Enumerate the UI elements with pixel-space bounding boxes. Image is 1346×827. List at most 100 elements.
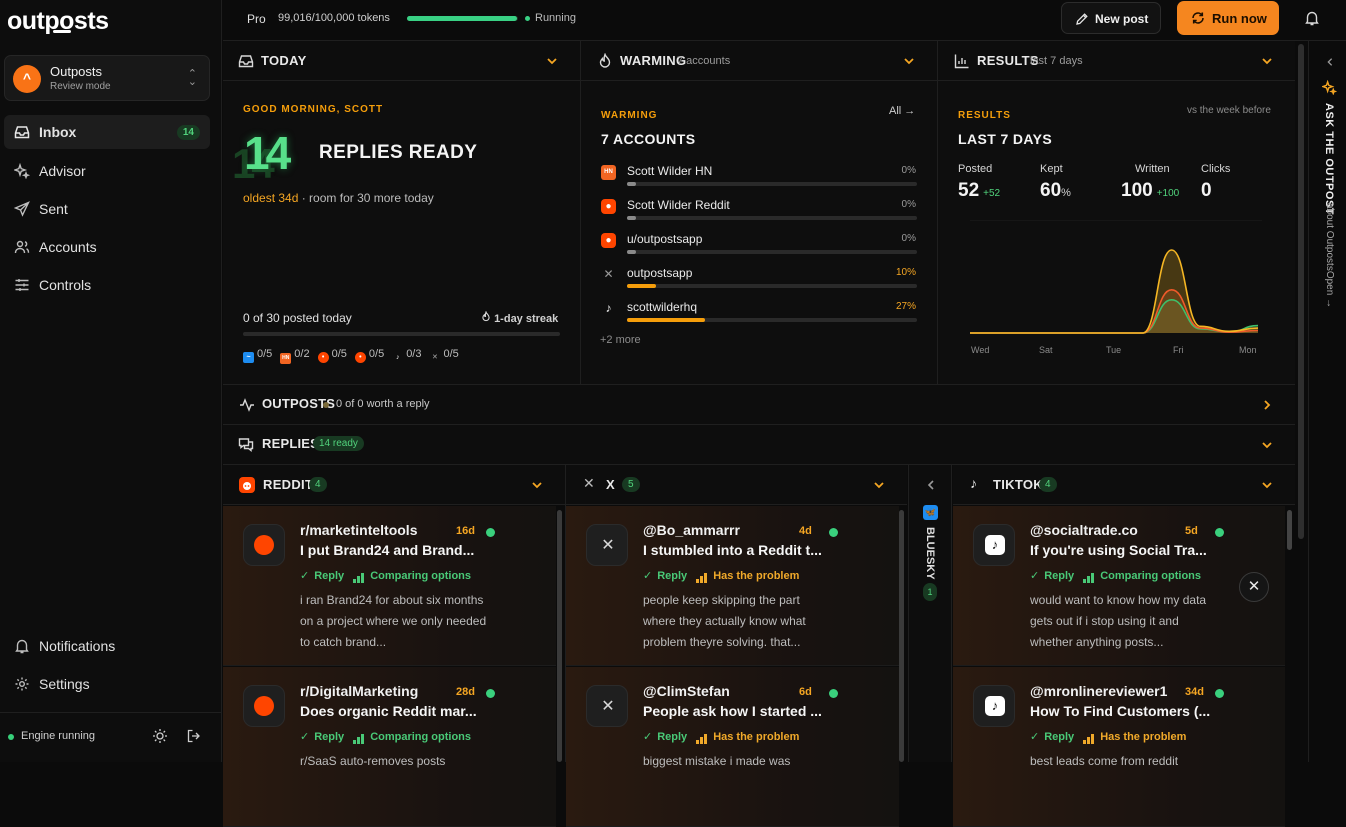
column-count: 5 [622,477,640,492]
status-dot [1215,528,1224,537]
logout-icon[interactable] [187,729,201,743]
results-header[interactable]: RESULTS last 7 days [938,41,1295,81]
reply-card[interactable]: ♪ @socialtrade.co 5d If you're using Social… [953,506,1285,666]
x-column-header[interactable]: ✕ X 5 [566,465,907,505]
engine-status-text: Engine running [21,730,96,742]
reply-tag[interactable]: Reply [1044,731,1074,743]
chart-area [970,250,1258,333]
sidebar-item-accounts[interactable]: Accounts [4,230,210,264]
reply-card[interactable]: ♪ @mronlinereviewer1 34d How To Find Custom… [953,667,1285,827]
reply-card[interactable]: r/DigitalMarketing 28d Does organic Reddit… [223,667,556,827]
activity-icon [240,398,254,412]
workspace-switcher[interactable]: ^ Outposts Review mode ⌃ ⌄ [4,55,210,101]
today-header[interactable]: TODAY [223,41,580,81]
advisor-subtitle[interactable]: about OutpostsOpen → [1324,203,1335,308]
chevron-left-icon[interactable] [1325,57,1335,67]
reddit-scrollbar[interactable] [557,510,562,762]
chevron-down-icon[interactable] [903,55,915,67]
sidebar-item-controls[interactable]: Controls [4,268,210,302]
streak-badge: 1-day streak [481,310,559,325]
chart-area [970,289,1258,333]
warming-account-row[interactable]: HN Scott Wilder HN 0% [600,164,918,199]
card-author: @socialtrade.co [1030,522,1138,538]
signal-bars-icon [1083,571,1095,583]
chevron-left-icon[interactable] [925,479,937,491]
warming-account-row[interactable]: ♪ scottwilderhq 27% [600,300,918,335]
x-scrollbar[interactable] [899,510,904,762]
x-icon: ✕ [432,354,438,361]
advisor-rail[interactable]: ASK THE OUTPOST about OutpostsOpen → [1308,41,1346,762]
reddit-icon: • [354,352,366,363]
replies-count-graphic: 14 14 [232,126,312,188]
chevron-down-icon[interactable] [546,55,558,67]
sidebar-item-sent[interactable]: Sent [4,192,210,226]
sun-icon[interactable] [152,728,168,744]
signal-bar [696,740,700,744]
tiktok-scrollbar[interactable] [1287,510,1292,550]
signal-bar [704,734,708,744]
warming-header[interactable]: WARMING 7 accounts [581,41,937,81]
reply-tag[interactable]: Reply [657,731,687,743]
bluesky-collapsed-column[interactable]: 🦋 BLUESKY 1 [908,465,952,762]
quota-value: 0/5 [443,348,459,360]
results-chart: Wed Sat Tue Fri Mon [970,220,1262,355]
card-tags: ✓ Reply Comparing options [1030,569,1201,583]
chevron-down-icon[interactable] [1261,55,1273,67]
sidebar-item-inbox[interactable]: Inbox 14 [4,115,210,149]
results-label: RESULTS [958,110,1011,121]
signal-bar [353,579,357,583]
check-icon: ✓ [643,570,653,582]
signal-bar [1083,579,1087,583]
sidebar-item-notifications[interactable]: Notifications [4,629,210,663]
reddit-column-header[interactable]: REDDIT 4 [223,465,565,505]
reply-card[interactable]: ✕ @ClimStefan 6d People ask how I started .… [566,667,899,827]
divider [565,465,566,762]
warming-account-row[interactable]: ● u/outpostsapp 0% [600,232,918,267]
sidebar-item-label: Sent [39,201,68,217]
quota-value: 0/5 [331,348,347,360]
bell-icon[interactable] [1304,10,1320,26]
reply-card[interactable]: ✕ @Bo_ammarrr 4d I stumbled into a Reddit t… [566,506,899,666]
sidebar-item-advisor[interactable]: Advisor [4,154,210,188]
sidebar-item-label: Inbox [39,124,77,140]
reply-tag[interactable]: Reply [314,731,344,743]
replies-row[interactable]: REPLIES 14 ready [223,425,1295,465]
reply-tag[interactable]: Reply [657,570,687,582]
x-icon: ✕ [603,267,614,281]
x-icon: ✕ [601,698,615,715]
main-scrollbar[interactable] [1298,44,1304,539]
platform-quotas: ~0/5 HN 0/2 • 0/5 • 0/5 ♪ 0/3 ✕ 0/5 [243,348,459,364]
tiktok-icon: ♪ [985,535,1005,555]
chart-tick-label: Mon [1239,345,1257,355]
dismiss-card-button[interactable]: ✕ [1239,572,1269,602]
reply-tag[interactable]: Reply [1044,570,1074,582]
tiktok-icon: ♪ [395,354,400,361]
streak-text: 1-day streak [494,313,559,325]
hn-icon: HN [601,165,616,180]
chevron-down-icon[interactable] [531,479,543,491]
card-headline: Does organic Reddit mar... [300,703,477,719]
chevron-right-icon[interactable] [1261,399,1273,411]
reply-tag[interactable]: Reply [314,570,344,582]
warming-account-row[interactable]: ● Scott Wilder Reddit 0% [600,198,918,233]
warming-account-row[interactable]: ✕ outpostsapp 10% [600,266,918,301]
reply-card[interactable]: r/marketinteltools 16d I put Brand24 and B… [223,506,556,666]
account-warm-percent: 0% [901,165,916,176]
card-avatar: ♪ [973,524,1015,566]
warming-all-link[interactable]: All → [889,105,915,117]
tiktok-column-header[interactable]: ♪ TIKTOK 4 [953,465,1295,505]
more-accounts-link[interactable]: +2 more [600,334,641,346]
chevron-down-icon[interactable] [1261,479,1273,491]
chevron-down-icon[interactable] [873,479,885,491]
plan-label: Pro [247,12,266,26]
outposts-row[interactable]: OUTPOSTS 0 of 0 worth a reply [223,384,1295,425]
new-post-button[interactable]: New post [1061,2,1161,34]
quota-item: ✕ 0/5 [429,348,459,362]
intent-tag: Has the problem [713,570,800,582]
card-age: 16d [456,525,475,537]
card-avatar: ♪ [973,685,1015,727]
run-now-button[interactable]: Run now [1177,1,1279,35]
sidebar-item-settings[interactable]: Settings [4,667,210,701]
logo-dots [53,30,71,33]
chevron-down-icon[interactable] [1261,439,1273,451]
